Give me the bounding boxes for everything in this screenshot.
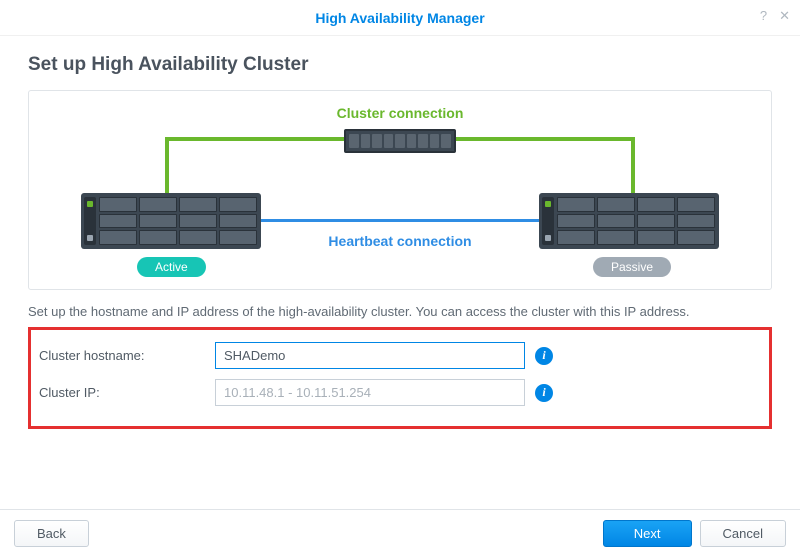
description-text: Set up the hostname and IP address of th… [28,304,772,319]
highlighted-form-area: Cluster hostname: i Cluster IP: i [28,327,772,429]
title-bar: High Availability Manager ? ✕ [0,0,800,36]
info-icon[interactable]: i [535,347,553,365]
window-title: High Availability Manager [315,10,484,26]
passive-badge: Passive [593,257,671,277]
active-badge: Active [137,257,206,277]
next-button[interactable]: Next [603,520,692,547]
cluster-line [165,137,345,141]
cluster-ip-input[interactable] [215,379,525,406]
info-icon[interactable]: i [535,384,553,402]
cancel-button[interactable]: Cancel [700,520,786,547]
help-icon[interactable]: ? [760,8,767,24]
cluster-connection-label: Cluster connection [29,105,771,121]
page-heading: Set up High Availability Cluster [28,54,772,76]
cluster-line [165,137,169,195]
back-button[interactable]: Back [14,520,89,547]
topology-diagram: Cluster connection Heartbeat connection … [28,90,772,290]
switch-icon [344,129,456,153]
cluster-hostname-input[interactable] [215,342,525,369]
hostname-label: Cluster hostname: [39,348,215,363]
cluster-line [631,137,635,195]
close-icon[interactable]: ✕ [779,8,790,24]
cluster-line [455,137,635,141]
heartbeat-connection-label: Heartbeat connection [29,233,771,249]
ip-label: Cluster IP: [39,385,215,400]
footer-bar: Back Next Cancel [0,509,800,557]
heartbeat-line [261,219,539,222]
